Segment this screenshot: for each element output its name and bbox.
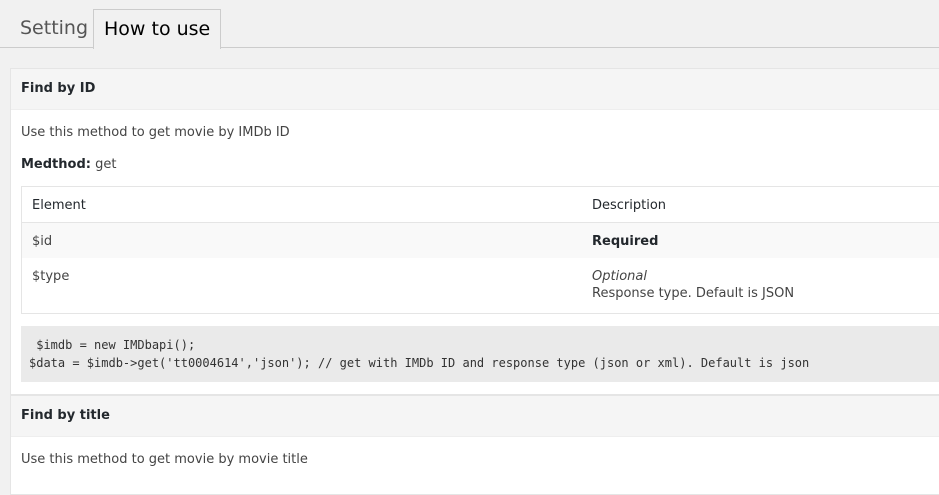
find-by-id-section: Find by ID Use this method to get movie … xyxy=(10,68,939,395)
code-example: $imdb = new IMDbapi(); $data = $imdb->ge… xyxy=(21,326,939,382)
find-by-title-description: Use this method to get movie by movie ti… xyxy=(21,452,308,467)
tab-setting[interactable]: Setting xyxy=(10,9,98,48)
find-by-title-section: Find by title Use this method to get mov… xyxy=(10,395,939,495)
code-line: $data = $imdb->get('tt0004614','json'); … xyxy=(29,356,810,370)
table-header-row: Element Description xyxy=(22,187,939,223)
header-description: Description xyxy=(592,198,667,213)
find-by-id-description: Use this method to get movie by IMDb ID xyxy=(21,125,290,140)
table-row: $type Optional Response type. Default is… xyxy=(22,258,939,313)
row-subdescription: Response type. Default is JSON xyxy=(592,286,795,301)
method-label: Medthod: xyxy=(21,157,91,172)
parameters-table: Element Description $id Required $type O… xyxy=(21,186,939,314)
find-by-id-title: Find by ID xyxy=(11,69,939,110)
row-description: Required xyxy=(592,234,659,249)
row-element: $type xyxy=(32,269,70,284)
row-description: Optional xyxy=(592,269,647,284)
row-description-block: Optional Response type. Default is JSON xyxy=(592,269,794,301)
header-element: Element xyxy=(32,198,86,213)
code-line: $imdb = new IMDbapi(); xyxy=(29,338,196,352)
table-row: $id Required xyxy=(22,223,939,258)
row-element: $id xyxy=(32,234,53,249)
find-by-title-title: Find by title xyxy=(11,396,939,437)
tab-bar: Setting How to use xyxy=(0,0,939,49)
tab-how-to-use[interactable]: How to use xyxy=(93,9,222,49)
method-value: get xyxy=(90,157,117,172)
method-line: Medthod: get xyxy=(21,157,116,172)
